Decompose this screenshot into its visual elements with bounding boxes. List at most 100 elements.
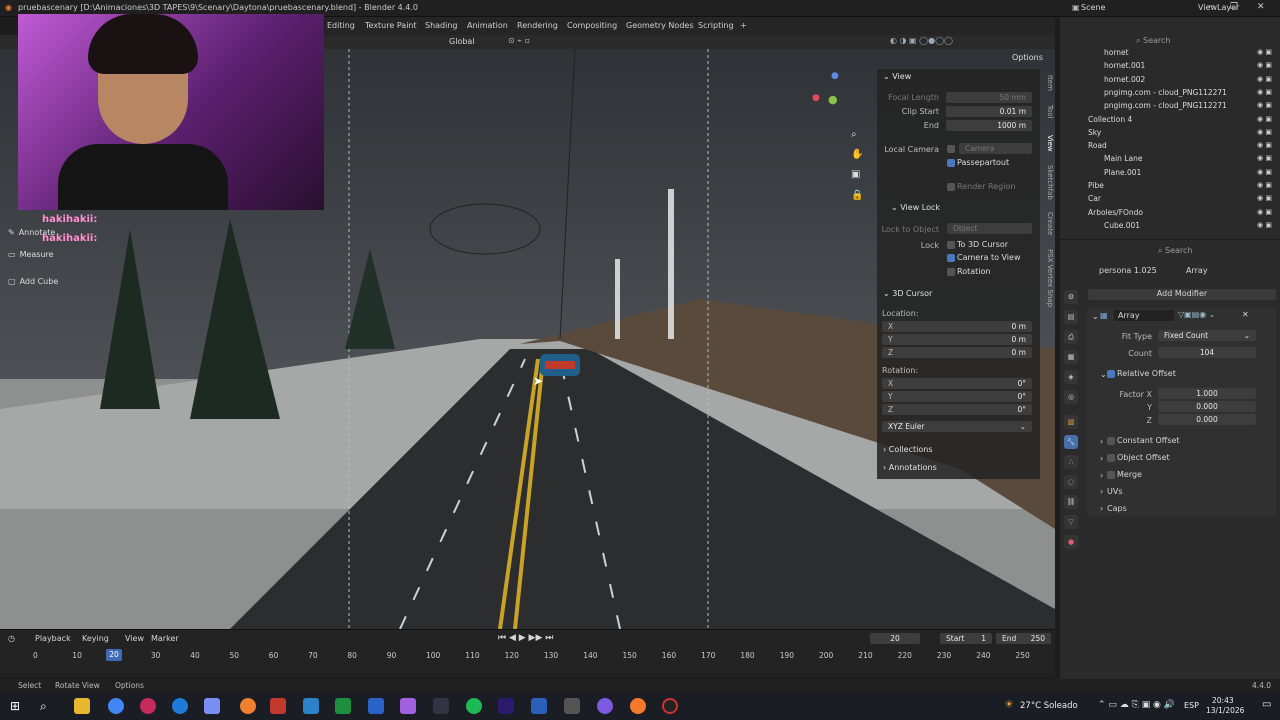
passepartout-checkbox[interactable] bbox=[947, 159, 955, 167]
modifier-props-icon[interactable]: 🔧 bbox=[1064, 435, 1078, 449]
relative-offset-checkbox[interactable] bbox=[1107, 370, 1115, 378]
modifier-collapse-icon[interactable]: ⌄ bbox=[1092, 312, 1099, 321]
clip-start-field[interactable]: 0.01 m bbox=[946, 106, 1032, 117]
visibility-icon[interactable]: ◉ ▣ bbox=[1257, 141, 1272, 149]
windows-start-icon[interactable]: ⊞ bbox=[10, 699, 20, 713]
tab-geometry-nodes[interactable]: Geometry Nodes bbox=[626, 21, 693, 30]
annotate-tool[interactable]: ✎ Annotate bbox=[8, 225, 55, 239]
tab-compositing[interactable]: Compositing bbox=[567, 21, 617, 30]
visibility-icon[interactable]: ◉ ▣ bbox=[1257, 128, 1272, 136]
snap-icon[interactable]: ⊙ ⌁ ▫ bbox=[508, 36, 530, 45]
scene-name[interactable]: Scene bbox=[1081, 3, 1105, 12]
minimize-icon[interactable]: ─ bbox=[1208, 2, 1213, 12]
factor-z-field[interactable]: 0.000 bbox=[1158, 414, 1256, 425]
caps-label[interactable]: Caps bbox=[1107, 504, 1127, 513]
object-props-icon[interactable]: ▧ bbox=[1064, 415, 1078, 429]
pan-hand-icon[interactable]: ✋ bbox=[851, 149, 863, 160]
object-offset-expand-icon[interactable]: › bbox=[1100, 454, 1103, 463]
visibility-icon[interactable]: ◉ ▣ bbox=[1257, 48, 1272, 56]
clock-time[interactable]: 20:43 bbox=[1212, 696, 1234, 705]
rotation-lock-checkbox[interactable] bbox=[947, 268, 955, 276]
factor-x-field[interactable]: 1.000 bbox=[1158, 388, 1256, 399]
to-3d-cursor-checkbox[interactable] bbox=[947, 241, 955, 249]
viewport-overlays-icon[interactable]: ◐ ◑ ▣ ◯●◯◯ bbox=[890, 36, 953, 45]
opera-icon[interactable] bbox=[140, 698, 156, 714]
visibility-icon[interactable]: ◉ ▣ bbox=[1257, 168, 1272, 176]
material-props-icon[interactable]: ● bbox=[1064, 535, 1078, 549]
marker-menu[interactable]: Marker bbox=[151, 634, 179, 643]
outliner-row[interactable]: Collection 4 ◉ ▣ bbox=[1060, 114, 1280, 127]
3d-cursor-header[interactable]: ⌄ 3D Cursor bbox=[883, 289, 932, 298]
tab-item[interactable]: Item bbox=[1044, 75, 1054, 91]
visibility-icon[interactable]: ◉ ▣ bbox=[1257, 115, 1272, 123]
tray-icons[interactable]: ⌃ ▭ ☁ ⎘ ▣ ◉ 🔊 bbox=[1098, 700, 1175, 710]
visibility-icon[interactable]: ◉ ▣ bbox=[1257, 181, 1272, 189]
spotify-icon[interactable] bbox=[466, 698, 482, 714]
annotations-header[interactable]: › Annotations bbox=[883, 463, 937, 472]
app-icon-6[interactable] bbox=[433, 698, 449, 714]
visibility-icon[interactable]: ◉ ▣ bbox=[1257, 221, 1272, 229]
app-icon-1[interactable] bbox=[204, 698, 220, 714]
output-props-icon[interactable]: ⎙ bbox=[1064, 330, 1078, 344]
uvs-expand-icon[interactable]: › bbox=[1100, 487, 1103, 496]
cursor-loc-y[interactable]: Y0 m bbox=[882, 334, 1032, 345]
tab-shading[interactable]: Shading bbox=[425, 21, 458, 30]
playhead[interactable]: 20 bbox=[106, 649, 122, 661]
world-props-icon[interactable]: ◎ bbox=[1064, 390, 1078, 404]
chrome-icon[interactable] bbox=[108, 698, 124, 714]
app-icon-2[interactable] bbox=[240, 698, 256, 714]
tab-sketchfab[interactable]: Sketchfab bbox=[1044, 165, 1054, 200]
close-icon[interactable]: ✕ bbox=[1257, 2, 1265, 12]
physics-props-icon[interactable]: ◌ bbox=[1064, 475, 1078, 489]
lock-icon[interactable]: 🔒 bbox=[851, 190, 863, 201]
blender-taskbar-icon[interactable] bbox=[630, 698, 646, 714]
options-button[interactable]: Options bbox=[1012, 53, 1043, 62]
modifier-visibility-icons[interactable]: ▽▣▤◉ ⌄ bbox=[1178, 310, 1216, 319]
cursor-loc-z[interactable]: Z0 m bbox=[882, 347, 1032, 358]
tab-psx-vertex-snap[interactable]: PSX Vertex Snap bbox=[1044, 249, 1054, 307]
outliner-row[interactable]: hornet ◉ ▣ bbox=[1060, 47, 1280, 60]
lock-object-field[interactable]: Object bbox=[947, 223, 1032, 234]
add-cube-tool[interactable]: ▢ Add Cube bbox=[8, 274, 58, 288]
visibility-icon[interactable]: ◉ ▣ bbox=[1257, 61, 1272, 69]
properties-search-input[interactable]: ⌕ Search bbox=[1158, 246, 1193, 256]
tab-create[interactable]: Create bbox=[1044, 212, 1054, 235]
view-layer-props-icon[interactable]: ▦ bbox=[1064, 350, 1078, 364]
gizmo-y-icon[interactable]: ● bbox=[828, 93, 838, 106]
obs-icon[interactable] bbox=[662, 698, 678, 714]
vscode-icon[interactable] bbox=[368, 698, 384, 714]
focal-length-field[interactable]: 50 mm bbox=[946, 92, 1032, 103]
modifier-name-field[interactable]: Array bbox=[1114, 310, 1174, 321]
outliner-search-input[interactable]: ⌕ Search bbox=[1136, 36, 1171, 46]
transform-orientation[interactable]: Global bbox=[449, 37, 475, 46]
visibility-icon[interactable]: ◉ ▣ bbox=[1257, 101, 1272, 109]
outliner-row[interactable]: Car ◉ ▣ bbox=[1060, 193, 1280, 206]
outliner-row[interactable]: pngimg.com - cloud_PNG112271 ◉ ▣ bbox=[1060, 100, 1280, 113]
cursor-rot-x[interactable]: X 0° bbox=[882, 378, 1032, 389]
clock-date[interactable]: 13/1/2026 bbox=[1206, 706, 1244, 715]
render-region-checkbox[interactable] bbox=[947, 183, 955, 191]
camera-field[interactable]: Camera bbox=[959, 143, 1032, 154]
outliner-row[interactable]: pngimg.com - cloud_PNG112271 ◉ ▣ bbox=[1060, 87, 1280, 100]
outliner-row[interactable]: Arboles/FOndo ◉ ▣ bbox=[1060, 207, 1280, 220]
pycharm-icon[interactable] bbox=[335, 698, 351, 714]
playback-controls-icon[interactable]: ⏮ ◀ ▶ ▶▶ ⏭ bbox=[498, 633, 553, 643]
word-icon[interactable] bbox=[531, 698, 547, 714]
uvs-label[interactable]: UVs bbox=[1107, 487, 1123, 496]
render-props-icon[interactable]: ▤ bbox=[1064, 310, 1078, 324]
app-icon-4[interactable] bbox=[303, 698, 319, 714]
fit-type-select[interactable]: Fixed Count ⌄ bbox=[1158, 330, 1256, 341]
caps-expand-icon[interactable]: › bbox=[1100, 504, 1103, 513]
merge-checkbox[interactable] bbox=[1107, 471, 1115, 479]
tab-scripting[interactable]: Scripting bbox=[698, 21, 734, 30]
tab-tool[interactable]: Tool bbox=[1044, 105, 1054, 119]
file-explorer-icon[interactable] bbox=[74, 698, 90, 714]
measure-tool[interactable]: ▭ Measure bbox=[8, 247, 54, 261]
view-section-header[interactable]: ⌄ View bbox=[883, 72, 911, 81]
cursor-loc-x[interactable]: X0 m bbox=[882, 321, 1032, 332]
visibility-icon[interactable]: ◉ ▣ bbox=[1257, 154, 1272, 162]
count-field[interactable]: 104 bbox=[1158, 347, 1256, 358]
discord-icon[interactable] bbox=[597, 698, 613, 714]
camera-view-icon[interactable]: ▣ bbox=[851, 169, 860, 180]
rotation-mode-select[interactable]: XYZ Euler ⌄ bbox=[882, 421, 1032, 432]
